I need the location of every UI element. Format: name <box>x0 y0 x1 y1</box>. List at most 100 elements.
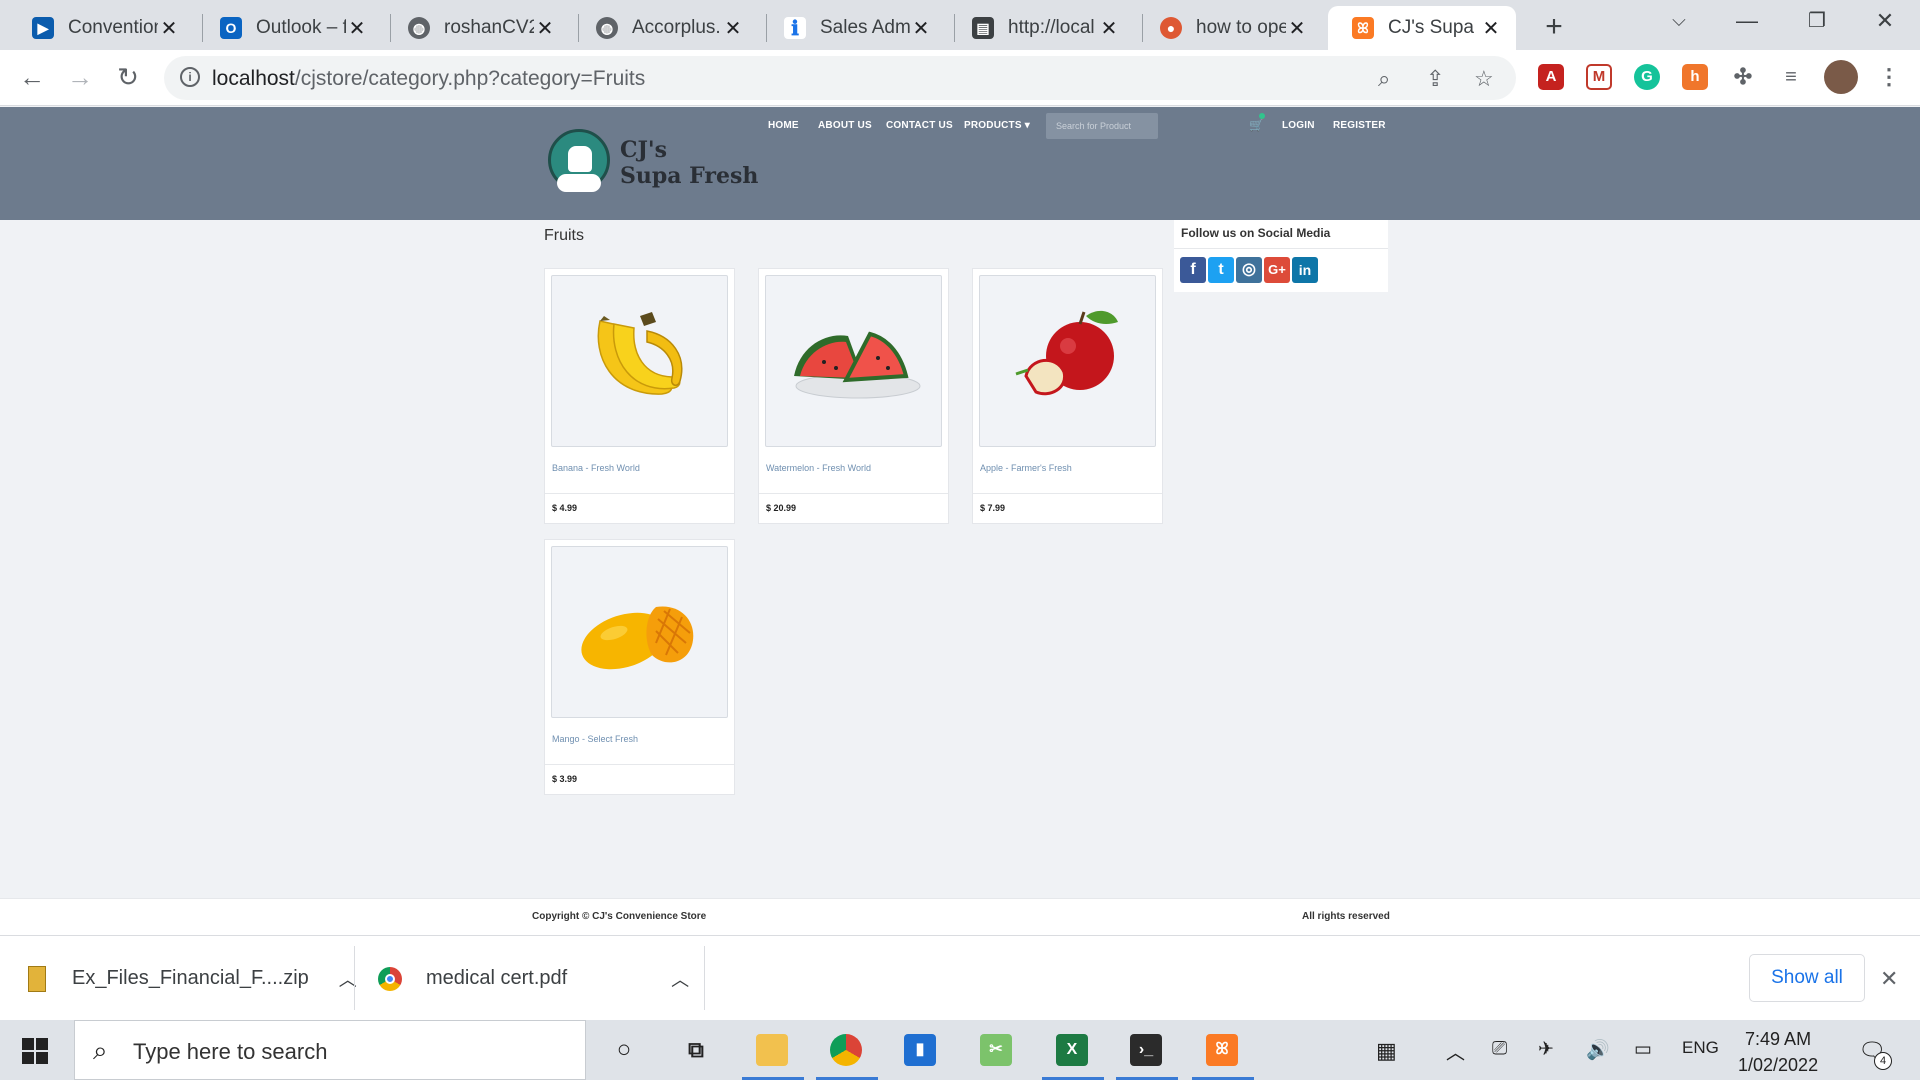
product-image-banana[interactable] <box>551 275 728 447</box>
clock-date: 1/02/2022 <box>1738 1055 1819 1075</box>
forward-icon[interactable]: → <box>64 62 96 93</box>
chrome-taskbar-icon[interactable] <box>830 1034 862 1066</box>
pdf-extension-icon[interactable]: A <box>1538 64 1564 90</box>
browser-tab[interactable]: ◍ Accorplus.p ✕ <box>572 6 758 50</box>
linkedin-icon[interactable]: in <box>1292 257 1318 283</box>
product-image-apple[interactable] <box>979 275 1156 447</box>
windows-start-icon[interactable] <box>22 1038 48 1064</box>
product-card[interactable]: Mango - Select Fresh $ 3.99 <box>544 539 735 795</box>
google-plus-icon[interactable]: G+ <box>1264 257 1290 283</box>
close-tab-icon[interactable]: ✕ <box>1098 16 1120 41</box>
bookmark-star-icon[interactable]: ☆ <box>1474 66 1494 92</box>
restore-icon[interactable]: ❐ <box>1802 8 1832 33</box>
site-logo[interactable] <box>548 129 610 192</box>
product-name-link[interactable]: Watermelon - Fresh World <box>766 463 871 473</box>
product-name-link[interactable]: Banana - Fresh World <box>552 463 640 473</box>
close-tab-icon[interactable]: ✕ <box>1286 16 1308 41</box>
grammarly-extension-icon[interactable]: G <box>1634 64 1660 90</box>
product-name-link[interactable]: Apple - Farmer's Fresh <box>980 463 1072 473</box>
kebab-menu-icon[interactable]: ⋮ <box>1876 64 1902 90</box>
snipping-tool-icon[interactable]: ✂ <box>980 1034 1012 1066</box>
nav-contact-us[interactable]: CONTACT US <box>886 120 953 131</box>
language-indicator[interactable]: ENG <box>1682 1038 1719 1058</box>
close-tab-icon[interactable]: ✕ <box>1480 16 1502 41</box>
mcafee-extension-icon[interactable]: M <box>1586 64 1612 90</box>
browser-tab[interactable]: ▶ Convention ✕ <box>8 6 194 50</box>
browser-tab[interactable]: O Outlook – f ✕ <box>196 6 382 50</box>
nav-products-dropdown[interactable]: PRODUCTS ▾ <box>964 120 1030 131</box>
show-all-button[interactable]: Show all <box>1749 954 1865 1002</box>
product-search-input[interactable]: Search for Product <box>1046 113 1158 139</box>
airplane-mode-icon[interactable]: ✈ <box>1538 1038 1554 1061</box>
tab-search-icon[interactable]: ⌵ <box>1664 10 1694 31</box>
media-control-icon[interactable]: ≡ <box>1778 64 1804 90</box>
close-tab-icon[interactable]: ✕ <box>910 16 932 41</box>
browser-tab[interactable]: ℹ Sales Admi ✕ <box>760 6 946 50</box>
close-shelf-icon[interactable]: ✕ <box>1880 936 1898 1021</box>
minimize-icon[interactable]: — <box>1732 8 1762 34</box>
taskbar-search-box[interactable]: ⌕ Type here to search <box>74 1020 586 1080</box>
extensions-puzzle-icon[interactable]: ✣ <box>1730 64 1756 90</box>
site-info-icon[interactable]: i <box>180 67 200 87</box>
product-image-mango[interactable] <box>551 546 728 718</box>
product-card[interactable]: Watermelon - Fresh World $ 20.99 <box>758 268 949 524</box>
power-bi-icon[interactable]: ▮ <box>904 1034 936 1066</box>
zoom-icon[interactable]: ⌕ <box>1378 66 1390 92</box>
clock[interactable]: 7:49 AM 1/02/2022 <box>1738 1026 1818 1078</box>
outlook-icon: O <box>220 17 242 39</box>
news-widget-icon[interactable]: ▦ <box>1376 1038 1397 1064</box>
product-image-watermelon[interactable] <box>765 275 942 447</box>
twitter-icon[interactable]: t <box>1208 257 1234 283</box>
rights-text: All rights reserved <box>1302 911 1390 922</box>
meet-now-icon[interactable]: ⎚ <box>1492 1038 1507 1060</box>
cortana-icon[interactable]: ○ <box>608 1034 640 1066</box>
cart-icon[interactable]: 🛒 <box>1249 118 1264 132</box>
download-item[interactable]: Ex_Files_Financial_F....zip ︿ <box>28 936 357 1021</box>
file-explorer-icon[interactable] <box>756 1034 788 1066</box>
honey-extension-icon[interactable]: h <box>1682 64 1708 90</box>
reload-icon[interactable]: ↻ <box>112 62 144 93</box>
share-icon[interactable]: ⇪ <box>1426 66 1444 92</box>
show-hidden-icons-chevron-icon[interactable]: ︿ <box>1446 1038 1465 1065</box>
browser-tab[interactable]: ▤ http://local ✕ <box>948 6 1134 50</box>
browser-tab[interactable]: ◍ roshanCV2( ✕ <box>384 6 570 50</box>
product-name-link[interactable]: Mango - Select Fresh <box>552 734 638 744</box>
terminal-icon[interactable]: ›_ <box>1130 1034 1162 1066</box>
task-view-icon[interactable]: ⧉ <box>680 1034 712 1066</box>
close-tab-icon[interactable]: ✕ <box>158 16 180 41</box>
facebook-icon[interactable]: f <box>1180 257 1206 283</box>
close-tab-icon[interactable]: ✕ <box>346 16 368 41</box>
close-tab-icon[interactable]: ✕ <box>534 16 556 41</box>
address-bar[interactable]: i localhost/cjstore/category.php?categor… <box>164 56 1516 100</box>
new-tab-icon[interactable]: + <box>1536 10 1572 44</box>
zip-icon <box>28 965 46 992</box>
tab-title: Convention <box>68 17 158 38</box>
info-icon: ℹ <box>784 17 806 40</box>
xampp-taskbar-icon[interactable]: ꕤ <box>1206 1034 1238 1066</box>
back-icon[interactable]: ← <box>16 62 48 93</box>
brand-name[interactable]: CJ's Supa Fresh <box>620 137 758 189</box>
url-text[interactable]: localhost/cjstore/category.php?category=… <box>212 67 645 91</box>
close-tab-icon[interactable]: ✕ <box>722 16 744 41</box>
nav-home[interactable]: HOME <box>768 120 799 131</box>
profile-avatar[interactable] <box>1824 60 1858 94</box>
download-item[interactable]: medical cert.pdf ︿ <box>378 936 689 1021</box>
product-price: $ 20.99 <box>766 503 797 513</box>
close-window-icon[interactable]: ✕ <box>1870 8 1900 34</box>
product-card[interactable]: Apple - Farmer's Fresh $ 7.99 <box>972 268 1163 524</box>
instagram-icon[interactable]: ◎ <box>1236 257 1262 283</box>
nav-about-us[interactable]: ABOUT US <box>818 120 872 131</box>
nav-login[interactable]: LOGIN <box>1282 120 1315 131</box>
browser-tab[interactable]: ● how to ope ✕ <box>1136 6 1322 50</box>
product-card[interactable]: Banana - Fresh World $ 4.99 <box>544 268 735 524</box>
excel-icon[interactable]: X <box>1056 1034 1088 1066</box>
browser-tab-active[interactable]: ꕤ CJ's Supa F ✕ <box>1328 6 1516 50</box>
product-price: $ 4.99 <box>552 503 578 513</box>
volume-icon[interactable]: 🔊 <box>1586 1038 1610 1062</box>
download-shelf: Ex_Files_Financial_F....zip ︿ medical ce… <box>0 935 1920 1020</box>
duckduckgo-icon: ● <box>1160 17 1182 39</box>
globe-icon: ◍ <box>596 17 618 39</box>
nav-register[interactable]: REGISTER <box>1333 120 1386 131</box>
chevron-up-icon[interactable]: ︿ <box>671 966 689 992</box>
battery-icon[interactable]: ▭ <box>1634 1038 1652 1061</box>
